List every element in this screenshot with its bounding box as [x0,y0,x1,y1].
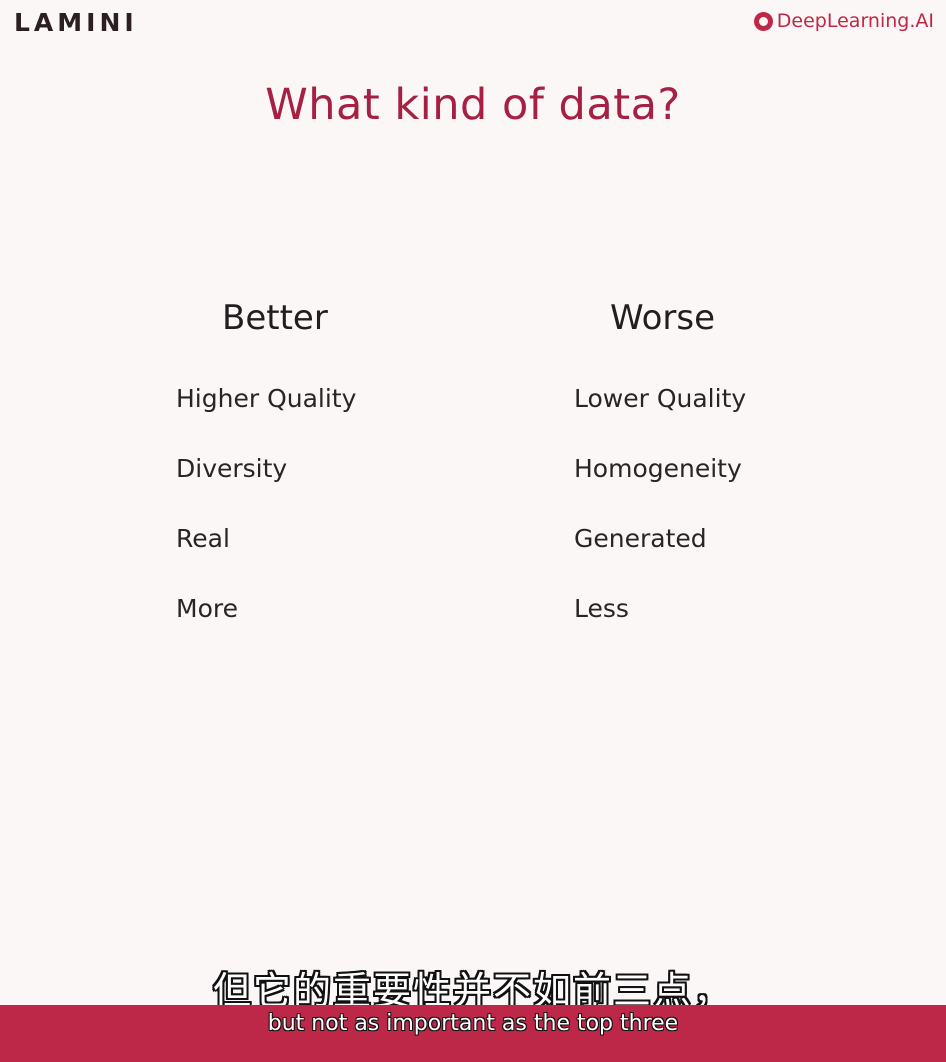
lamini-logo: LAMINI [14,8,138,37]
list-item: Higher Quality [176,384,357,413]
list-item: Less [574,594,629,623]
list-item: Generated [574,524,707,553]
deeplearning-ai-icon [753,11,773,31]
better-list: Higher Quality Diversity Real More [176,384,456,664]
list-item: More [176,594,238,623]
slide: LAMINI DeepLearning.AI What kind of data… [0,0,946,1062]
deeplearning-ai-logo: DeepLearning.AI [753,10,934,32]
slide-title: What kind of data? [265,80,681,130]
worse-list: Lower Quality Homogeneity Generated Less [574,384,854,664]
list-item: Lower Quality [574,384,747,413]
worse-column: Worse Lower Quality Homogeneity Generate… [574,298,854,664]
list-item: Diversity [176,454,288,483]
better-column: Better Higher Quality Diversity Real Mor… [176,298,456,664]
english-caption: but not as important as the top three [267,1011,679,1036]
list-item: Real [176,524,230,553]
worse-heading: Worse [610,298,716,338]
partner-name: DeepLearning.AI [776,10,934,32]
better-heading: Better [222,298,328,338]
list-item: Homogeneity [574,454,742,483]
